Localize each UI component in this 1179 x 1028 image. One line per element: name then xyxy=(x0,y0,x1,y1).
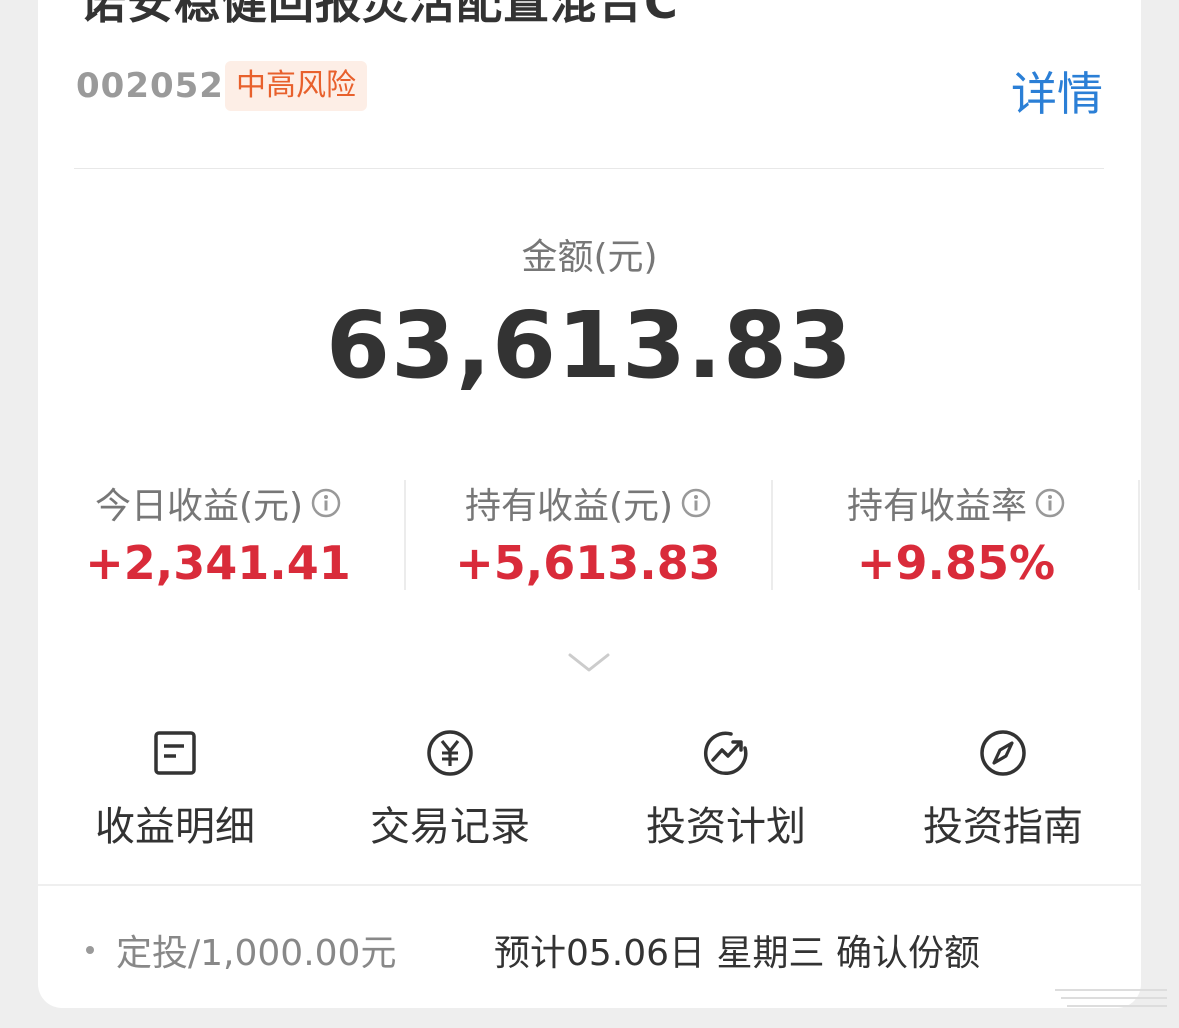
stat-value: +5,613.83 xyxy=(455,536,721,590)
investment-guide-button[interactable]: 投资指南 xyxy=(883,728,1123,852)
confirm-date-text: 预计05.06日 星期三 确认份额 xyxy=(494,933,980,974)
chevron-down-icon[interactable] xyxy=(568,652,610,674)
bullet-dot xyxy=(86,946,94,954)
action-label: 投资指南 xyxy=(923,804,1083,850)
trend-up-icon xyxy=(703,731,748,776)
stat-holding-rate: 持有收益率 +9.85% xyxy=(776,478,1136,593)
fund-title: 诺安稳健回报灵活配置混合C xyxy=(80,0,679,29)
compass-icon xyxy=(980,730,1026,776)
info-icon[interactable] xyxy=(311,488,341,518)
stat-value: +2,341.41 xyxy=(85,536,351,590)
stat-label: 持有收益(元) xyxy=(464,486,674,527)
stat-separator xyxy=(1138,480,1140,590)
action-label: 交易记录 xyxy=(370,804,530,850)
risk-badge: 中高风险 xyxy=(225,61,367,111)
auto-invest-amount: 定投/1,000.00元 xyxy=(116,933,397,974)
action-label: 收益明细 xyxy=(95,804,255,850)
info-icon[interactable] xyxy=(681,488,711,518)
stat-separator xyxy=(404,480,406,590)
stat-label: 持有收益率 xyxy=(846,486,1027,527)
info-icon[interactable] xyxy=(1035,488,1065,518)
investment-plan-button[interactable]: 投资计划 xyxy=(606,728,846,852)
amount-label: 金额(元) xyxy=(521,237,658,278)
detail-link[interactable]: 详情 xyxy=(1011,58,1103,124)
document-icon xyxy=(154,731,196,775)
stat-value: +9.85% xyxy=(856,536,1056,590)
stat-separator xyxy=(771,480,773,590)
fund-code: 002052 xyxy=(76,66,224,106)
section-divider xyxy=(38,884,1141,886)
auto-invest-row[interactable]: 定投/1,000.00元 预计05.06日 星期三 确认份额 xyxy=(38,924,1141,984)
stat-label: 今日收益(元) xyxy=(94,486,304,527)
watermark-decoration xyxy=(1055,989,1167,1007)
stat-holding-profit: 持有收益(元) +5,613.83 xyxy=(408,478,768,593)
transaction-record-button[interactable]: 交易记录 xyxy=(330,728,570,852)
stats-row: 今日收益(元) +2,341.41 持有收益(元) +5,613.83 持有收益… xyxy=(38,478,1141,593)
action-grid: 收益明细 交易记录 投资计划 投资指南 xyxy=(38,728,1141,850)
stat-today-profit: 今日收益(元) +2,341.41 xyxy=(38,478,398,593)
header-divider xyxy=(74,168,1104,169)
fund-card: 诺安稳健回报灵活配置混合C 002052 中高风险 详情 金额(元) 63,61… xyxy=(38,0,1141,1008)
income-detail-button[interactable]: 收益明细 xyxy=(55,728,295,852)
yuan-circle-icon xyxy=(427,730,473,776)
action-label: 投资计划 xyxy=(646,804,806,850)
amount-value: 63,613.83 xyxy=(326,292,853,399)
